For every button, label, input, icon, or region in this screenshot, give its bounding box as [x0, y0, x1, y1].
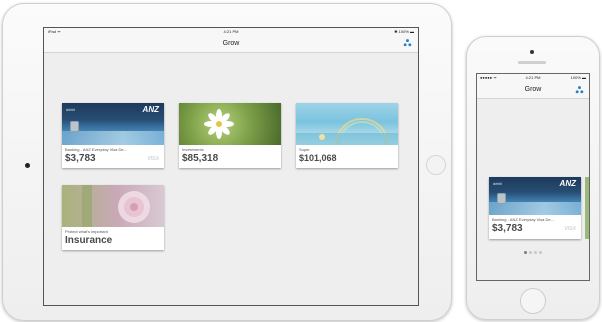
iphone-device: ●●●●● ᯤ 4:21 PM 100% ▬ Grow debit ANZ Ba… — [466, 36, 600, 320]
tile-info: Banking - ANZ Everyday Visa De... $3,783… — [62, 145, 164, 168]
ipad-device: iPad ᯤ 4:21 PM ✱ 100% ▬ Grow debit ANZ B… — [2, 3, 452, 321]
card-chip-icon — [70, 121, 79, 132]
iphone-screen: ●●●●● ᯤ 4:21 PM 100% ▬ Grow debit ANZ Ba… — [476, 73, 590, 281]
flower-illustration — [204, 109, 234, 139]
visa-logo: VISA — [564, 226, 576, 232]
iphone-home-button[interactable] — [520, 288, 546, 314]
anz-people-icon[interactable] — [403, 38, 412, 48]
ipad-camera — [25, 163, 30, 168]
page-dot — [529, 251, 532, 254]
nav-title: Grow — [222, 40, 240, 47]
status-battery: ✱ 100% ▬ — [394, 29, 414, 34]
nav-title: Grow — [524, 86, 542, 93]
anz-logo: ANZ — [142, 105, 159, 114]
ipad-nav-bar: Grow — [44, 35, 418, 53]
tile-info: Investments $85,318 — [179, 145, 281, 168]
tile-amount: $85,318 — [182, 153, 219, 164]
anz-logo: ANZ — [559, 179, 576, 188]
tile-info: Super $101,068 — [296, 145, 398, 168]
status-time: 4:21 PM — [223, 29, 239, 34]
page-dot — [539, 251, 542, 254]
debit-card-image: debit ANZ — [62, 103, 164, 145]
tile-amount: $3,783 — [492, 223, 523, 234]
flower-illustration — [82, 185, 150, 227]
next-tile-peek[interactable] — [585, 177, 589, 239]
card-type-label: debit — [66, 107, 75, 112]
rainbow-illustration — [296, 118, 398, 146]
debit-card-image: debit ANZ — [489, 177, 581, 215]
iphone-speaker — [518, 61, 546, 64]
page-indicator[interactable] — [477, 251, 589, 254]
visa-logo: VISA — [147, 156, 159, 162]
tile-caption: Banking - ANZ Everyday Visa De... — [492, 217, 554, 222]
iphone-status-bar: ●●●●● ᯤ 4:21 PM 100% ▬ — [477, 74, 589, 82]
tile-caption: Super — [299, 147, 310, 152]
tile-caption: Banking - ANZ Everyday Visa De... — [65, 147, 127, 152]
ocean-rainbow-image — [296, 103, 398, 146]
tile-amount: Insurance — [65, 235, 113, 246]
pink-flower-image — [62, 185, 164, 227]
tile-insurance[interactable]: Protect what's important Insurance — [62, 185, 164, 250]
white-flower-image — [179, 103, 281, 145]
tile-amount: $3,783 — [65, 153, 96, 164]
page-dot — [534, 251, 537, 254]
iphone-nav-bar: Grow — [477, 82, 589, 99]
anz-people-icon[interactable] — [575, 85, 584, 95]
ipad-home-button[interactable] — [426, 155, 446, 175]
ipad-screen: iPad ᯤ 4:21 PM ✱ 100% ▬ Grow debit ANZ B… — [43, 27, 419, 306]
tile-super[interactable]: Super $101,068 — [296, 103, 398, 168]
tile-caption: Investments — [182, 147, 204, 152]
card-stripe — [62, 131, 164, 145]
status-battery: 100% ▬ — [570, 75, 586, 80]
tile-banking[interactable]: debit ANZ Banking - ANZ Everyday Visa De… — [489, 177, 581, 239]
ipad-status-bar: iPad ᯤ 4:21 PM ✱ 100% ▬ — [44, 28, 418, 35]
tile-banking[interactable]: debit ANZ Banking - ANZ Everyday Visa De… — [62, 103, 164, 168]
tile-info: Protect what's important Insurance — [62, 227, 164, 250]
tile-investments[interactable]: Investments $85,318 — [179, 103, 281, 168]
page-dot — [524, 251, 527, 254]
tile-info: Banking - ANZ Everyday Visa De... $3,783… — [489, 215, 581, 239]
card-chip-icon — [497, 193, 506, 204]
tile-amount: $101,068 — [299, 153, 337, 163]
iphone-camera — [530, 50, 534, 54]
card-type-label: debit — [493, 181, 502, 186]
tile-caption: Protect what's important — [65, 229, 108, 234]
